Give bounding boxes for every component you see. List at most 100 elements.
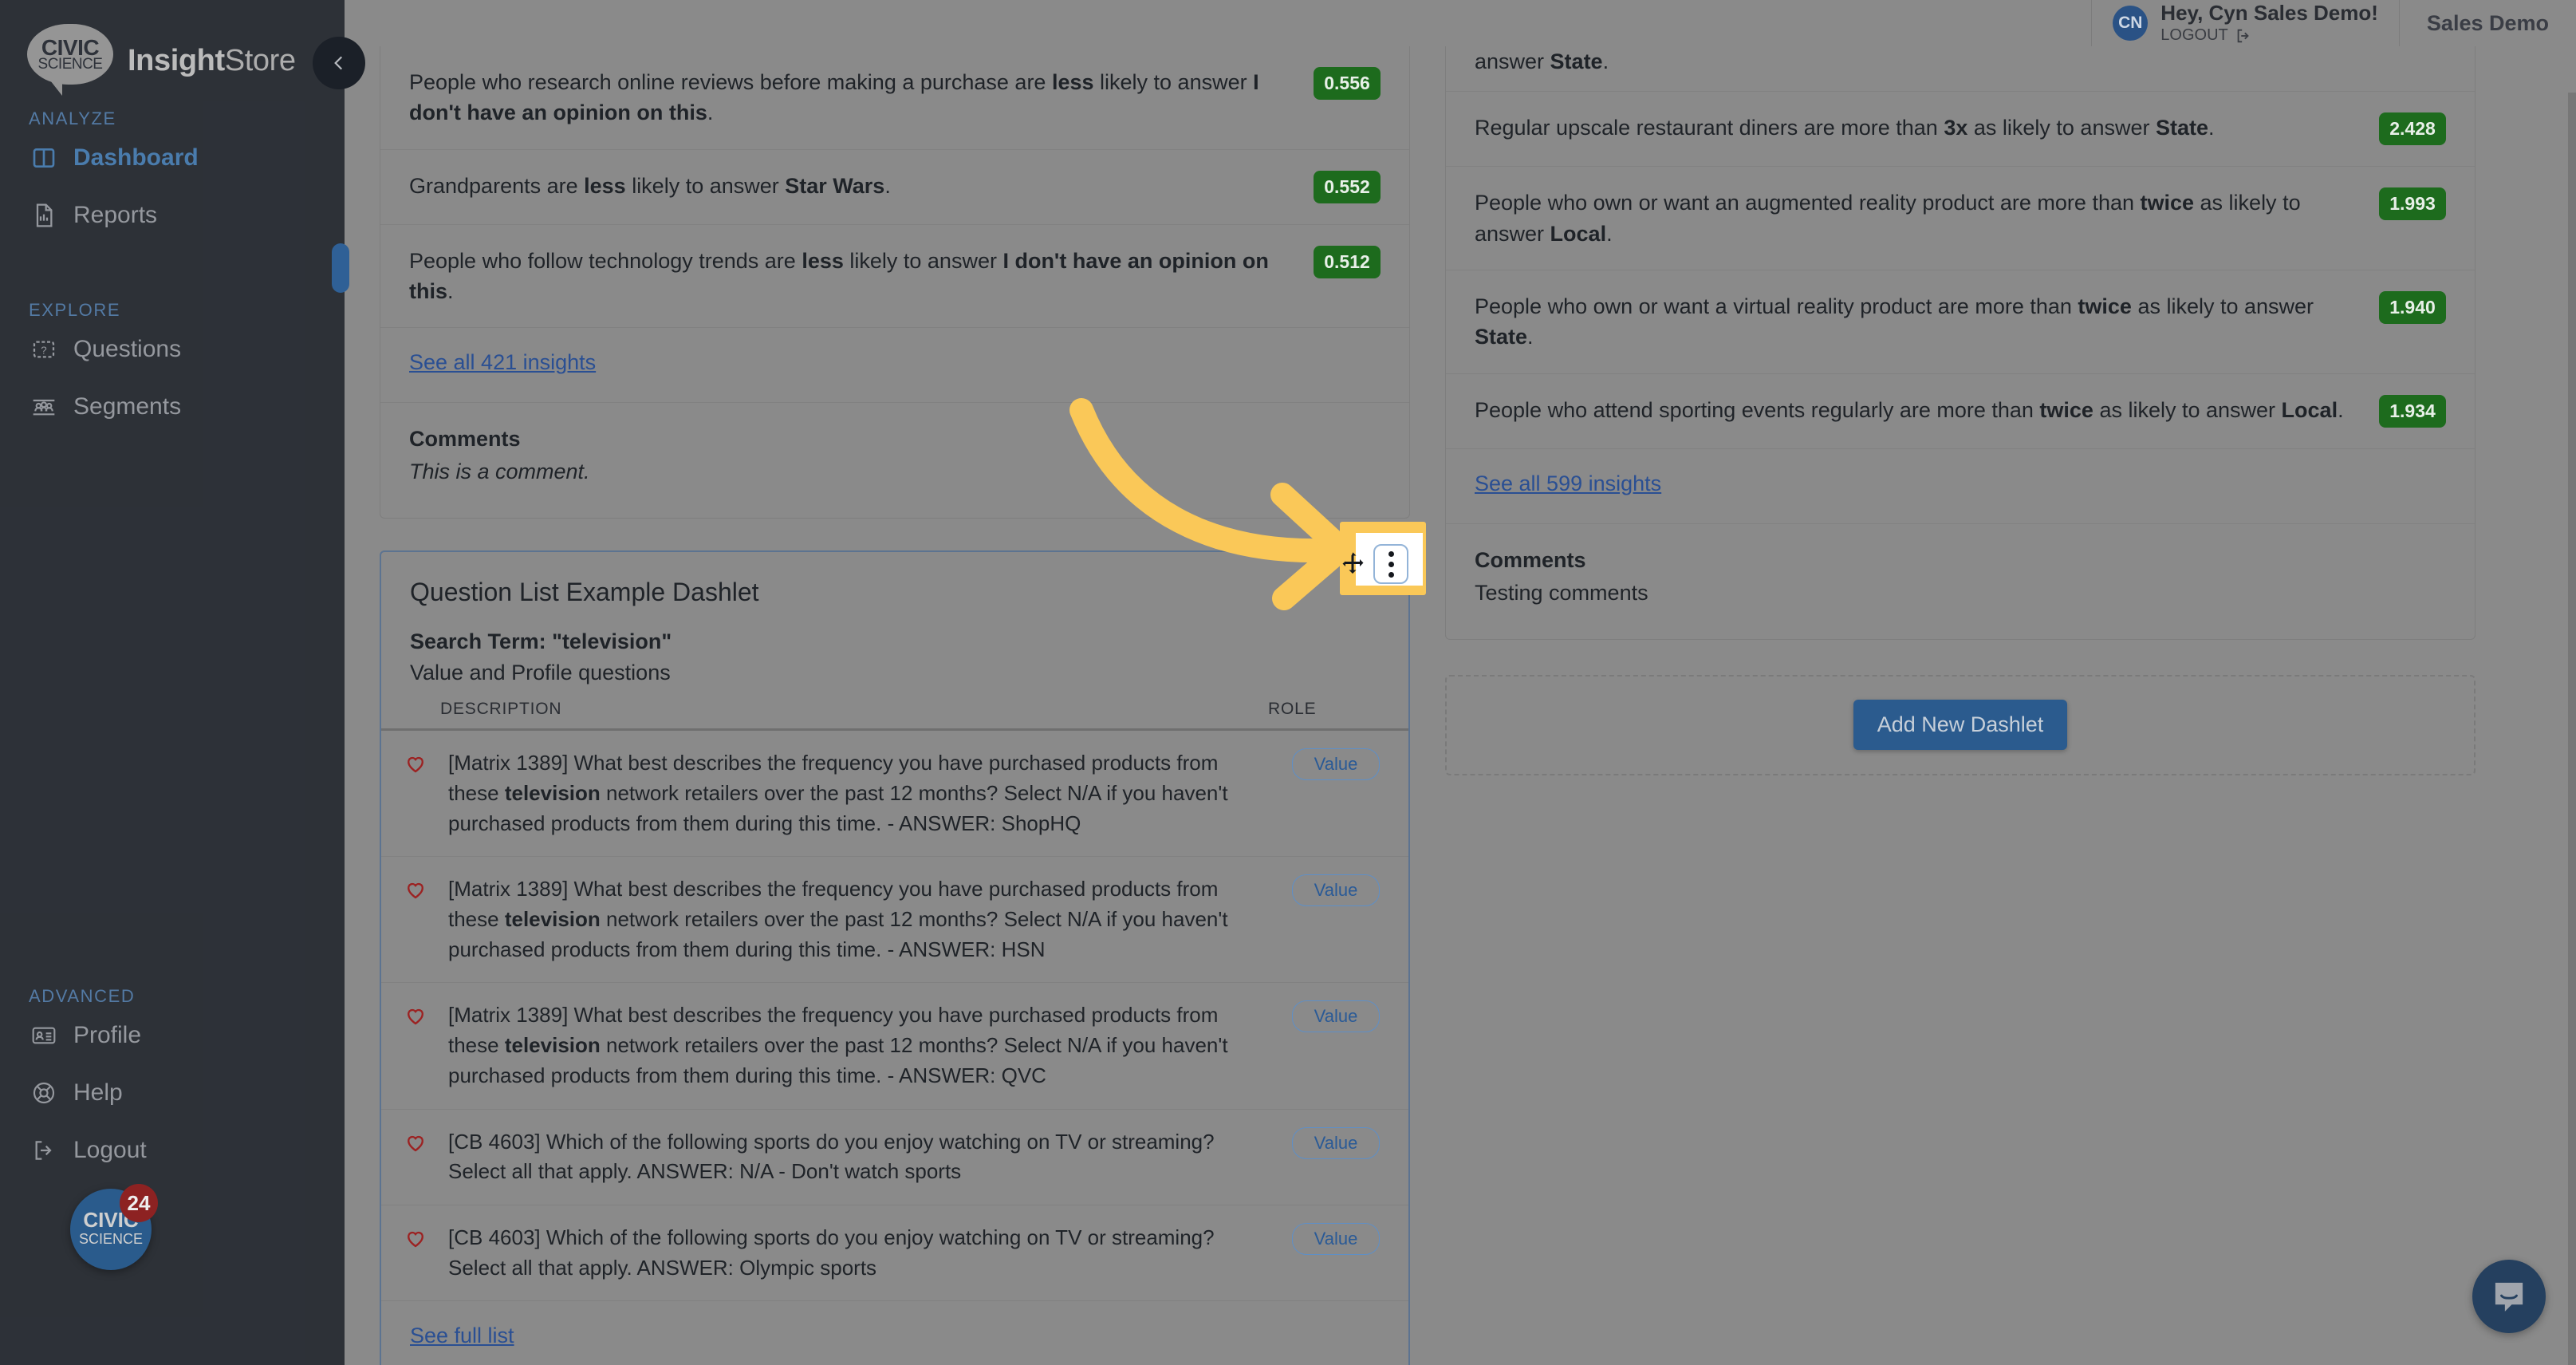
insight-row[interactable]: People who own or want an augmented real… [1446,167,2475,270]
insight-row[interactable]: People who research online reviews befor… [380,46,1409,150]
question-list-dashlet: Question List Example Dashlet Search Ter… [380,522,1426,1365]
segments-icon [30,393,57,420]
chat-bubble-icon [2495,1282,2523,1312]
logout-icon [2237,29,2249,43]
comments-body: This is a comment. [409,460,590,484]
insight-row[interactable]: Grandparents are less likely to answer S… [380,150,1409,225]
logout-icon [30,1137,57,1164]
sidebar-item-help[interactable]: Help [0,1064,345,1122]
see-all-insights-link-right[interactable]: See all 599 insights [1446,449,2475,523]
svg-text:?: ? [41,344,46,356]
sidebar-item-logout[interactable]: Logout [0,1122,345,1179]
sidebar-item-dashboard[interactable]: Dashboard [0,129,345,187]
see-all-insights-link-left[interactable]: See all 421 insights [380,328,1409,402]
kebab-dot [1388,561,1394,567]
fab-notification-badge[interactable]: 24 [120,1184,158,1222]
insight-text: Grandparents are less likely to answer S… [409,173,891,198]
sidebar-item-label-segments: Segments [73,393,182,420]
question-description: [CB 4603] Which of the following sports … [448,1225,1215,1280]
insight-row[interactable]: People who own or want a virtual reality… [1446,270,2475,374]
sidebar-item-profile[interactable]: Profile [0,1007,345,1064]
favorite-heart-icon[interactable] [404,1004,431,1032]
question-list-dashlet-subtitle: Value and Profile questions [410,661,671,685]
sidebar-item-questions[interactable]: ? Questions [0,321,345,378]
favorite-heart-icon[interactable] [404,1226,431,1254]
insight-score-badge: 1.940 [2379,290,2446,324]
sidebar-item-label-profile: Profile [73,1022,142,1048]
insight-score-badge: 0.512 [1314,245,1381,278]
comments-title: Comments [1475,547,1586,572]
insight-score-badge: 1.993 [2379,187,2446,221]
dashboard-icon [30,144,57,172]
comments-body: Testing comments [1475,580,1648,605]
report-icon [30,202,57,229]
insight-score-badge: 0.556 [1314,67,1381,100]
active-nav-indicator [332,243,349,293]
insight-text: People who research online reviews befor… [409,70,1259,125]
civicscience-logo-icon: CIVIC SCIENCE [27,24,113,97]
sidebar-item-label-help: Help [73,1079,123,1106]
product-name-rest: Store [224,43,296,77]
favorite-heart-icon[interactable] [404,752,431,779]
right-column: answer State. Regular upscale restaurant… [1445,46,2476,1365]
add-new-dashlet-button[interactable]: Add New Dashlet [1853,700,2068,751]
user-menu[interactable]: CN Hey, Cyn Sales Demo! LOGOUT [2091,0,2399,46]
insight-row-clipped[interactable]: answer State. [1446,46,2475,93]
chevron-left-icon [334,56,343,70]
product-name: InsightStore [128,44,296,78]
page-scrollbar[interactable] [2568,93,2576,1365]
insight-text: Regular upscale restaurant diners are mo… [1475,116,2215,140]
insight-row[interactable]: Regular upscale restaurant diners are mo… [1446,92,2475,168]
logout-link[interactable]: LOGOUT [2160,26,2378,45]
dashlet-options-kebab-button[interactable] [1373,544,1408,585]
add-dashlet-drop-zone[interactable]: Add New Dashlet [1445,674,2476,775]
sidebar-collapse-button[interactable] [313,37,365,89]
comments-section-left: Comments This is a comment. [380,402,1409,518]
user-greeting: Hey, Cyn Sales Demo! [2160,0,2378,25]
insight-text: People who own or want a virtual reality… [1475,294,2314,349]
insight-row[interactable]: People who attend sporting events regula… [1446,374,2475,449]
insight-text: answer State. [1475,49,1609,73]
life-ring-icon [30,1079,57,1107]
logo-line-2: SCIENCE [37,56,103,73]
nav-group-label-advanced: ADVANCED [29,986,136,1006]
table-row[interactable]: [CB 4603] Which of the following sports … [381,1205,1408,1302]
top-bar: CN Hey, Cyn Sales Demo! LOGOUT Sales Dem… [345,0,2576,46]
question-icon: ? [30,336,57,363]
search-term-label: Search Term: "television" [410,629,672,654]
sidebar-item-label-logout: Logout [73,1137,147,1163]
insight-row[interactable]: People who follow technology trends are … [380,225,1409,329]
role-badge: Value [1292,1000,1380,1033]
favorite-heart-icon[interactable] [404,878,431,905]
logout-label: LOGOUT [2160,26,2228,45]
question-description: [Matrix 1389] What best describes the fr… [448,1003,1228,1087]
insight-score-badge: 0.552 [1314,170,1381,203]
favorite-heart-icon[interactable] [404,1130,431,1158]
table-row[interactable]: [Matrix 1389] What best describes the fr… [381,983,1408,1110]
nav-group-label-explore: EXPLORE [29,300,121,320]
insights-dashlet-left: People who research online reviews befor… [380,46,1410,519]
brand[interactable]: CIVIC SCIENCE InsightStore [0,0,345,97]
question-list-dashlet-header: Question List Example Dashlet Search Ter… [381,522,1426,685]
table-row[interactable]: [Matrix 1389] What best describes the fr… [381,857,1408,984]
question-description: [CB 4603] Which of the following sports … [448,1129,1215,1184]
intercom-chat-launcher[interactable] [2472,1260,2546,1333]
sidebar-item-reports[interactable]: Reports [0,187,345,244]
sidebar-item-segments[interactable]: Segments [0,378,345,436]
role-badge: Value [1292,874,1380,907]
main-content: People who research online reviews befor… [345,46,2576,1365]
question-description: [Matrix 1389] What best describes the fr… [448,877,1228,961]
sidebar: CIVIC SCIENCE InsightStore ANALYZE Dashb… [0,0,345,1365]
insight-score-badge: 1.934 [2379,394,2446,428]
see-full-list-link[interactable]: See full list [381,1301,1408,1365]
table-row[interactable]: [CB 4603] Which of the following sports … [381,1110,1408,1205]
column-header-role: ROLE [1268,700,1317,719]
civicscience-fab-button[interactable]: CIVIC SCIENCE 24 [70,1184,158,1270]
nav-group-label-analyze: ANALYZE [29,108,116,128]
product-name-bold: Insight [128,43,225,77]
account-switcher[interactable]: Sales Demo [2398,0,2576,46]
role-badge: Value [1292,1222,1380,1255]
table-row[interactable]: [Matrix 1389] What best describes the fr… [381,731,1408,858]
drag-handle-icon[interactable] [1338,550,1367,578]
profile-card-icon [30,1022,57,1049]
